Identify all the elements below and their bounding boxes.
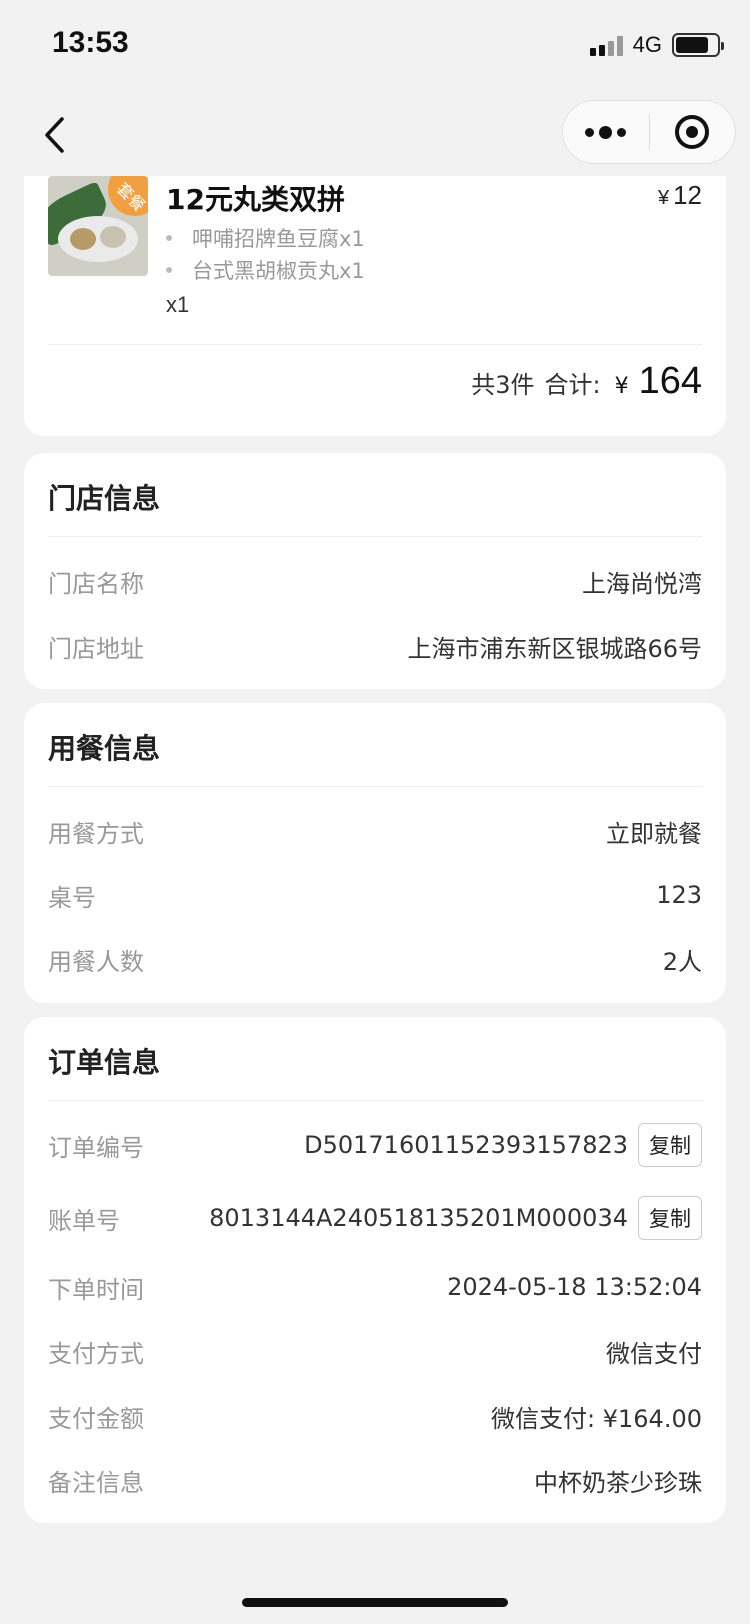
total-currency: ¥: [614, 374, 629, 399]
sub-item: 呷哺招牌鱼豆腐x1: [166, 223, 365, 253]
info-row-remark: 备注信息 中杯奶茶少珍珠: [48, 1468, 702, 1497]
bill-number: 8013144A240518135201M000034: [209, 1204, 628, 1232]
order-number: D501716011523931578​23: [304, 1131, 628, 1159]
goods-name: 12元丸类双拼: [166, 183, 345, 216]
close-mini-program-button[interactable]: [650, 100, 736, 164]
info-row-store-name: 门店名称 上海尚悦湾: [48, 569, 702, 598]
nav-bar: [0, 92, 750, 176]
info-row-diner-count: 用餐人数 2人: [48, 947, 702, 976]
mini-program-capsule: [562, 100, 736, 164]
info-row-order-number: 订单编号 D501716011523931578​23 复制: [48, 1123, 702, 1167]
more-dots-icon: [585, 125, 627, 139]
goods-price: ¥12: [657, 180, 702, 210]
info-row-bill-number: 账单号 8013144A240518135201M000034 复制: [48, 1196, 702, 1240]
total-count: 共3件: [471, 371, 535, 399]
goods-image: 套餐: [48, 176, 148, 276]
goods-quantity: x1: [166, 292, 190, 317]
home-indicator[interactable]: [242, 1598, 508, 1607]
divider: [48, 344, 702, 345]
info-row-table-number: 桌号 123: [48, 881, 702, 912]
total-label: 合计:: [544, 371, 601, 399]
status-indicators: 4G: [589, 32, 724, 58]
total-row: 共3件 合计: ¥ 164: [471, 360, 702, 403]
info-row-store-address: 门店地址 上海市浦东新区银城路66号: [48, 634, 702, 663]
total-amount: 164: [638, 360, 702, 402]
copy-order-number-button[interactable]: 复制: [638, 1123, 702, 1167]
copy-bill-number-button[interactable]: 复制: [638, 1196, 702, 1240]
info-row-payment-amount: 支付金额 微信支付: ¥164.00: [48, 1404, 702, 1433]
signal-icon: [589, 34, 623, 56]
info-row-dining-mode: 用餐方式 立即就餐: [48, 819, 702, 848]
chevron-left-icon: [45, 117, 64, 153]
status-bar: 13:53 4G: [0, 0, 750, 92]
sub-item: 台式黑胡椒贡丸x1: [166, 255, 365, 285]
network-type: 4G: [632, 32, 662, 57]
divider: [48, 1100, 702, 1101]
section-title: 用餐信息: [48, 732, 161, 765]
divider: [48, 536, 702, 537]
divider: [48, 786, 702, 787]
info-row-payment-method: 支付方式 微信支付: [48, 1339, 702, 1368]
order-detail-content[interactable]: 套餐 12元丸类双拼 ¥12 呷哺招牌鱼豆腐x1 台式黑胡椒贡丸x1 x1 共3…: [0, 176, 750, 1576]
more-button[interactable]: [563, 100, 649, 164]
info-row-order-time: 下单时间 2024-05-18 13:52:04: [48, 1273, 702, 1304]
dining-info-card: 用餐信息 用餐方式 立即就餐 桌号 123 用餐人数 2人: [24, 703, 726, 1003]
battery-icon: [672, 33, 724, 57]
back-button[interactable]: [30, 110, 80, 160]
status-time: 13:53: [52, 26, 129, 59]
combo-badge: 套餐: [108, 176, 148, 216]
target-icon: [675, 115, 710, 149]
section-title: 订单信息: [48, 1046, 161, 1079]
section-title: 门店信息: [48, 482, 161, 515]
store-info-card: 门店信息 门店名称 上海尚悦湾 门店地址 上海市浦东新区银城路66号: [24, 453, 726, 689]
order-info-card: 订单信息 订单编号 D501716011523931578​23 复制 账单号 …: [24, 1017, 726, 1523]
goods-card: 套餐 12元丸类双拼 ¥12 呷哺招牌鱼豆腐x1 台式黑胡椒贡丸x1 x1 共3…: [24, 176, 726, 436]
